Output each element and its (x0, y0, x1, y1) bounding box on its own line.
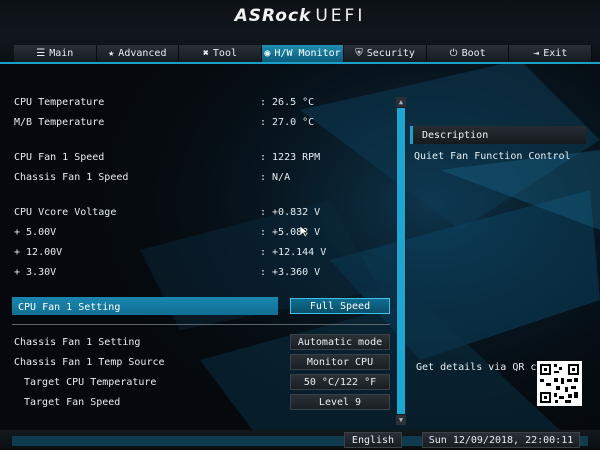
target-fan-speed-select[interactable]: Level 9 (290, 394, 390, 410)
qr-code-label: Get details via QR code (416, 362, 555, 373)
tab-tool[interactable]: ✖ Tool (179, 45, 262, 62)
description-text: Quiet Fan Function Control (414, 151, 571, 162)
tab-label: Advanced (118, 48, 167, 59)
reading-value-5v: : +5.088 V (260, 227, 321, 238)
tab-label: Exit (543, 48, 568, 59)
cpu-fan-setting-label: CPU Fan 1 Setting (18, 302, 121, 313)
reading-label-12v: + 12.00V (14, 247, 63, 258)
chassis-temp-source-label[interactable]: Chassis Fan 1 Temp Source (14, 357, 165, 368)
power-icon: ⏻ (449, 48, 458, 59)
reading-value-3v3: : +3.360 V (260, 267, 321, 278)
brand-name: ASRock (234, 6, 312, 26)
list-icon: ☰ (36, 48, 46, 59)
reading-value-mb-temperature: : 27.0 °C (260, 117, 315, 128)
reading-value-cpu-vcore: : +0.832 V (260, 207, 321, 218)
reading-label-mb-temperature: M/B Temperature (14, 117, 105, 128)
wrench-icon: ✖ (202, 48, 209, 59)
tab-exit[interactable]: ⇥ Exit (509, 45, 593, 62)
tab-main[interactable]: ☰ Main (14, 45, 97, 62)
reading-value-12v: : +12.144 V (260, 247, 327, 258)
reading-label-cpu-vcore: CPU Vcore Voltage (14, 207, 117, 218)
monitor-gauge-icon: ◉ (264, 48, 271, 59)
reading-value-cpu-fan-speed: : 1223 RPM (260, 152, 321, 163)
header: ASRock UEFI ☰ Main ★ Advanced ✖ Tool ◉ H/… (0, 0, 600, 62)
tab-label: Boot (461, 48, 486, 59)
language-button[interactable]: English (344, 432, 402, 448)
tab-label: Tool (212, 48, 237, 59)
section-divider (12, 324, 390, 325)
tab-label: Main (49, 48, 74, 59)
brand-suffix: UEFI (315, 6, 366, 26)
reading-label-chassis-fan-speed: Chassis Fan 1 Speed (14, 172, 129, 183)
tab-boot[interactable]: ⏻ Boot (426, 45, 510, 62)
reading-label-cpu-fan-speed: CPU Fan 1 Speed (14, 152, 105, 163)
shield-icon: ⛨ (355, 48, 363, 59)
reading-value-cpu-temperature: : 26.5 °C (260, 97, 315, 108)
tab-bar: ☰ Main ★ Advanced ✖ Tool ◉ H/W Monitor ⛨… (14, 45, 593, 62)
tab-advanced[interactable]: ★ Advanced (96, 45, 180, 62)
exit-icon: ⇥ (533, 48, 540, 59)
target-fan-speed-label[interactable]: Target Fan Speed (24, 397, 120, 408)
tab-hw-monitor[interactable]: ◉ H/W Monitor (261, 45, 345, 62)
reading-label-5v: + 5.00V (14, 227, 57, 238)
reading-value-chassis-fan-speed: : N/A (260, 172, 291, 183)
qr-code-icon (537, 361, 582, 406)
star-icon: ★ (108, 48, 115, 59)
tab-security[interactable]: ⛨ Security (344, 45, 427, 62)
target-cpu-temp-select[interactable]: 50 °C/122 °F (290, 374, 390, 390)
scroll-down-arrow-icon[interactable]: ▼ (396, 415, 406, 425)
chassis-fan-setting-label[interactable]: Chassis Fan 1 Setting (14, 337, 140, 348)
tab-rail (0, 62, 600, 64)
tab-label: H/W Monitor (274, 48, 341, 59)
reading-label-3v3: + 3.30V (14, 267, 57, 278)
mouse-cursor-icon (300, 226, 309, 238)
cpu-fan-setting-select[interactable]: Full Speed (290, 298, 390, 314)
reading-label-cpu-temperature: CPU Temperature (14, 97, 105, 108)
target-cpu-temp-label[interactable]: Target CPU Temperature (24, 377, 156, 388)
scrollbar-thumb[interactable] (397, 108, 405, 414)
date-time-display: Sun 12/09/2018, 22:00:11 (422, 432, 580, 448)
brand-logo: ASRock UEFI (0, 6, 600, 26)
chassis-fan-setting-select[interactable]: Automatic mode (290, 334, 390, 350)
scroll-up-arrow-icon[interactable]: ▲ (396, 97, 406, 107)
chassis-temp-source-select[interactable]: Monitor CPU (290, 354, 390, 370)
tab-label: Security (366, 48, 415, 59)
description-title: Description (422, 130, 489, 141)
